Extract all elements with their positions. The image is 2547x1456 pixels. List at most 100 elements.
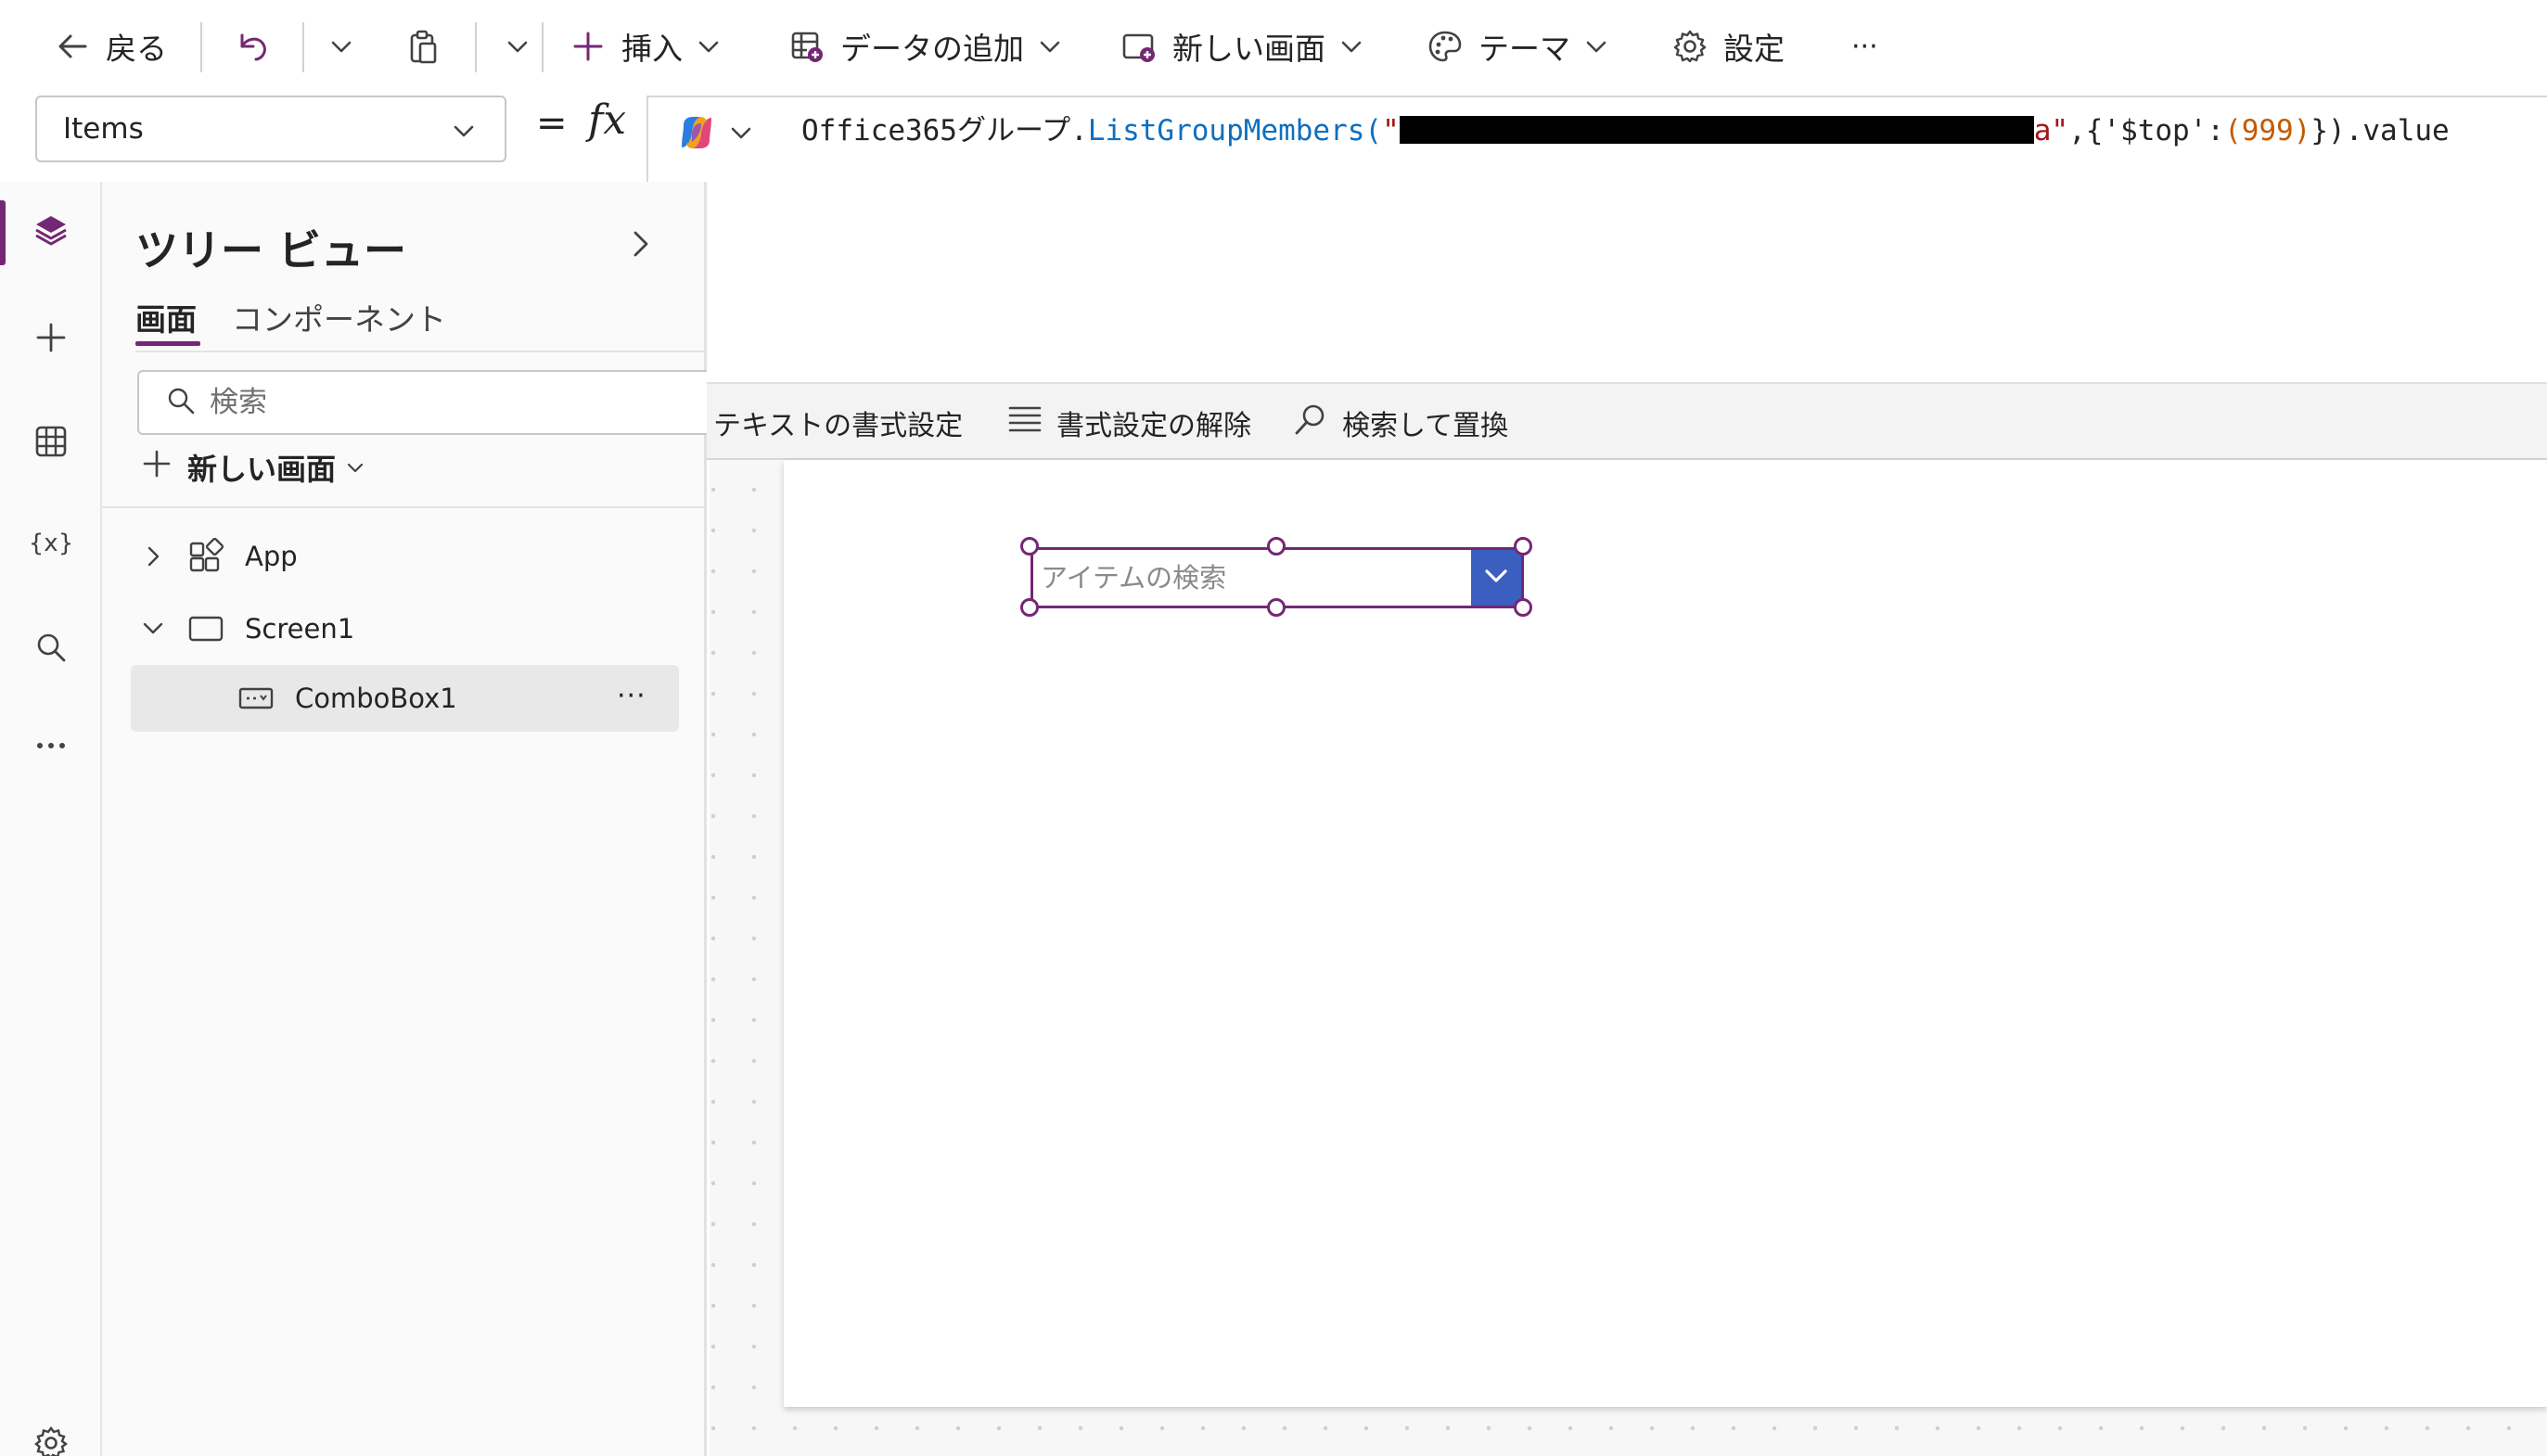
tab-divider [135, 351, 707, 352]
settings-rail-button[interactable] [23, 1424, 79, 1456]
resize-handle-bottom-left[interactable] [1020, 598, 1039, 617]
equals-sign: = [536, 102, 568, 145]
insert-label: 挿入 [621, 31, 683, 67]
formula-text[interactable]: Office365グループ.ListGroupMembers(" a",{'$to… [801, 110, 2450, 151]
chevron-down-icon [1583, 33, 1609, 59]
tree-node-label: ComboBox1 [295, 683, 457, 714]
settings-label: 設定 [1723, 31, 1785, 67]
more-commands-button[interactable]: ··· [1851, 20, 1878, 72]
settings-button[interactable]: 設定 [1670, 20, 1785, 72]
tab-screens[interactable]: 画面 [135, 295, 197, 339]
rail-active-indicator [0, 200, 6, 265]
find-replace-button[interactable]: 検索して置換 [1292, 402, 1508, 443]
fx-icon[interactable]: fx [588, 96, 626, 144]
format-text-label: テキストの書式設定 [713, 410, 964, 442]
search-icon [1292, 401, 1329, 445]
variables-icon: {x} [29, 525, 73, 566]
combobox-icon [236, 680, 276, 717]
formula-function: ListGroupMembers [1087, 114, 1365, 147]
tree-node-app[interactable]: App [139, 530, 298, 582]
insert-rail-button[interactable] [23, 312, 79, 367]
more-label: ··· [1851, 30, 1878, 63]
tree-node-combobox1-content: ComboBox1 [236, 672, 457, 724]
add-data-label: データの追加 [840, 31, 1024, 67]
resize-handle-bottom[interactable] [1267, 598, 1286, 617]
tree-node-label: Screen1 [245, 613, 355, 645]
chevron-down-icon [696, 33, 722, 59]
theme-label: テーマ [1478, 31, 1570, 67]
screen-icon [186, 610, 226, 647]
table-add-icon [787, 26, 827, 67]
screen-add-icon [1119, 26, 1159, 67]
undo-button[interactable] [232, 20, 273, 72]
collapse-pane-button[interactable] [627, 228, 655, 263]
resize-handle-top[interactable] [1267, 537, 1286, 556]
tree-node-screen1[interactable]: Screen1 [139, 603, 354, 655]
command-bar: 戻る 挿入 データの追加 新しい画面 テーマ 設定 ··· [0, 0, 2547, 93]
left-rail: {x} [0, 182, 102, 1456]
property-selector[interactable]: Items [35, 96, 506, 162]
copilot-icon [676, 112, 717, 157]
formula-mid: ,{'$top': [2068, 114, 2225, 147]
toolbar-divider [542, 22, 544, 72]
lines-icon [1006, 401, 1043, 445]
chevron-down-icon [345, 450, 365, 485]
chevron-right-icon [627, 231, 655, 263]
table-icon [32, 423, 70, 464]
tree-search-input[interactable] [210, 386, 692, 419]
tree-new-screen-button[interactable]: 新しい画面 [141, 447, 365, 488]
formula-format-toolbar: テキストの書式設定 書式設定の解除 検索して置換 [646, 382, 2547, 460]
resize-handle-top-right[interactable] [1514, 537, 1532, 556]
combobox-search-input[interactable] [1041, 559, 1449, 596]
resize-handle-top-left[interactable] [1020, 537, 1039, 556]
find-replace-label: 検索して置換 [1342, 410, 1509, 442]
add-data-button[interactable]: データの追加 [787, 20, 1063, 72]
more-rail-button[interactable] [23, 718, 79, 773]
combobox-dropdown-button[interactable] [1471, 550, 1521, 606]
formula-string-tail: a" [2033, 114, 2069, 147]
active-tab-indicator [135, 341, 200, 346]
formula-string-open: " [1382, 114, 1400, 147]
tree-divider [102, 506, 707, 508]
back-button[interactable]: 戻る [52, 20, 167, 72]
paste-menu-button[interactable] [492, 20, 531, 72]
search-icon [32, 629, 70, 670]
undo-icon [232, 26, 273, 67]
data-rail-button[interactable] [23, 415, 79, 471]
formula-suffix: }).value [2310, 114, 2450, 147]
node-more-button[interactable]: ··· [617, 680, 646, 712]
chevron-right-icon[interactable] [139, 543, 167, 569]
toolbar-divider [475, 22, 477, 72]
resize-handle-bottom-right[interactable] [1514, 598, 1532, 617]
chevron-down-icon [505, 33, 531, 59]
variables-rail-button[interactable]: {x} [23, 517, 79, 573]
property-name: Items [63, 112, 144, 146]
redaction-bar [1399, 116, 2034, 144]
format-text-button[interactable]: テキストの書式設定 [663, 402, 963, 443]
theme-button[interactable]: テーマ [1425, 20, 1609, 72]
insert-button[interactable]: 挿入 [568, 20, 722, 72]
palette-icon [1425, 26, 1465, 67]
tab-components[interactable]: コンポーネント [232, 295, 446, 339]
tree-view-title: ツリー ビュー [135, 225, 407, 275]
tree-view-pane: ツリー ビュー 画面 コンポーネント 新しい画面 App [102, 182, 707, 1456]
search-icon [165, 385, 197, 420]
tree-search-box[interactable] [137, 370, 707, 435]
paste-button[interactable] [403, 20, 443, 72]
remove-format-button[interactable]: 書式設定の解除 [1006, 402, 1251, 443]
remove-format-label: 書式設定の解除 [1056, 410, 1251, 442]
tree-node-label: App [245, 541, 298, 572]
chevron-down-icon[interactable] [139, 618, 167, 640]
chevron-down-icon [1480, 560, 1512, 595]
new-screen-button[interactable]: 新しい画面 [1119, 20, 1364, 72]
copilot-button[interactable] [676, 112, 754, 157]
toolbar-divider [302, 22, 304, 72]
clipboard-icon [403, 26, 443, 67]
formula-open-paren: ( [1364, 114, 1383, 147]
tree-view-rail-button[interactable] [23, 204, 79, 260]
undo-menu-button[interactable] [315, 20, 354, 72]
search-rail-button[interactable] [23, 621, 79, 677]
back-label: 戻る [106, 31, 167, 67]
formula-prefix: Office365グループ. [801, 114, 1088, 147]
plus-icon [141, 448, 173, 487]
